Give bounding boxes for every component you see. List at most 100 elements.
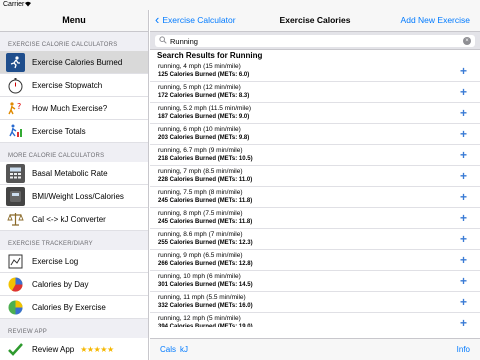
pie-chart-icon	[6, 298, 25, 317]
section-header: REVIEW APP	[8, 329, 48, 335]
add-icon[interactable]: +	[460, 128, 467, 140]
calories-burned: 245 Calories Burned (METs: 11.8)	[158, 198, 253, 204]
section-header: EXERCISE CALORIE CALCULATORS	[8, 42, 118, 48]
scale-icon	[6, 186, 25, 206]
exercise-name: running, 12 mph (5 min/mile)	[158, 315, 241, 322]
list-item[interactable]: running, 10 mph (6 min/mile) 301 Calories…	[150, 271, 480, 292]
calories-burned: 125 Calories Burned (METs: 6.0)	[158, 72, 250, 78]
menu-item-label: Cal <-> kJ Converter	[32, 214, 106, 224]
bottom-toolbar: Cals kJ Info	[150, 338, 480, 360]
list-item[interactable]: running, 12 mph (5 min/mile) 394 Calories…	[150, 313, 480, 327]
log-book-icon	[6, 252, 25, 271]
add-icon[interactable]: +	[460, 254, 467, 266]
exercise-name: running, 11 mph (5.5 min/mile)	[158, 294, 246, 301]
search-bar: ×	[150, 32, 480, 50]
clear-search-icon[interactable]: ×	[463, 37, 471, 45]
exercise-name: running, 7 mph (8.5 min/mile)	[158, 168, 243, 175]
exercise-name: running, 5.2 mph (11.5 min/mile)	[158, 105, 252, 112]
add-icon[interactable]: +	[460, 107, 467, 119]
add-icon[interactable]: +	[460, 149, 467, 161]
calories-burned: 228 Calories Burned (METs: 11.0)	[158, 177, 253, 183]
add-icon[interactable]: +	[460, 65, 467, 77]
add-icon[interactable]: +	[460, 317, 467, 327]
sidebar: Menu EXERCISE CALORIE CALCULATORS Exerci…	[0, 10, 149, 360]
stopwatch-icon	[6, 76, 25, 95]
calories-burned: 218 Calories Burned (METs: 10.5)	[158, 156, 253, 162]
calories-burned: 332 Calories Burned (METs: 16.0)	[158, 303, 253, 309]
add-new-exercise-button[interactable]: Add New Exercise	[401, 10, 470, 30]
add-icon[interactable]: +	[460, 86, 467, 98]
exercise-name: running, 4 mph (15 min/mile)	[158, 63, 241, 70]
calories-burned: 187 Calories Burned (METs: 9.0)	[158, 114, 250, 120]
menu-item-label: Calories By Exercise	[32, 302, 106, 312]
search-icon	[159, 36, 167, 46]
list-item[interactable]: running, 11 mph (5.5 min/mile) 332 Calori…	[150, 292, 480, 313]
menu-item-basal-metabolic-rate[interactable]: Basal Metabolic Rate	[0, 162, 148, 185]
running-icon	[6, 52, 25, 72]
list-item[interactable]: running, 9 mph (6.5 min/mile) 266 Calorie…	[150, 250, 480, 271]
list-item[interactable]: running, 5.2 mph (11.5 min/mile) 187 Calo…	[150, 103, 480, 124]
list-item[interactable]: running, 8 mph (7.5 min/mile) 245 Calorie…	[150, 208, 480, 229]
menu-item-label: Review App	[32, 344, 75, 354]
add-icon[interactable]: +	[460, 296, 467, 308]
exercise-name: running, 10 mph (6 min/mile)	[158, 273, 241, 280]
calories-burned: 172 Calories Burned (METs: 8.3)	[158, 93, 250, 99]
cals-button[interactable]: Cals	[160, 339, 176, 360]
main-navbar: Exercise Calories ‹ Exercise Calculator …	[150, 10, 480, 32]
add-icon[interactable]: +	[460, 233, 467, 245]
pie-chart-icon	[6, 275, 25, 294]
kj-button[interactable]: kJ	[180, 339, 188, 360]
calories-burned: 394 Calories Burned (METs: 19.0)	[158, 324, 253, 327]
exercise-name: running, 8 mph (7.5 min/mile)	[158, 210, 243, 217]
sidebar-title: Menu	[62, 15, 86, 25]
menu-item-label: Exercise Log	[32, 256, 79, 266]
calories-burned: 266 Calories Burned (METs: 12.8)	[158, 261, 253, 267]
info-button[interactable]: Info	[457, 339, 470, 360]
exercise-name: running, 9 mph (6.5 min/mile)	[158, 252, 243, 259]
calories-burned: 203 Calories Burned (METs: 9.8)	[158, 135, 250, 141]
menu-item-label: Basal Metabolic Rate	[32, 168, 108, 178]
menu-item-exercise-calories-burned[interactable]: Exercise Calories Burned	[0, 51, 148, 74]
menu-item-cal-kj-converter[interactable]: Cal <-> kJ Converter	[0, 208, 148, 231]
list-item[interactable]: running, 5 mph (12 min/mile) 172 Calories…	[150, 82, 480, 103]
calculator-icon	[6, 163, 25, 183]
list-item[interactable]: running, 8.6 mph (7 min/mile) 255 Calorie…	[150, 229, 480, 250]
menu-item-calories-by-day[interactable]: Calories by Day	[0, 273, 148, 296]
list-item[interactable]: running, 7 mph (8.5 min/mile) 228 Calorie…	[150, 166, 480, 187]
menu-item-label: BMI/Weight Loss/Calories	[32, 191, 124, 201]
list-item[interactable]: running, 6 mph (10 min/mile) 203 Calories…	[150, 124, 480, 145]
menu-item-exercise-log[interactable]: Exercise Log	[0, 250, 148, 273]
menu-item-exercise-totals[interactable]: Exercise Totals	[0, 120, 148, 143]
menu-item-label: Exercise Stopwatch	[32, 80, 103, 90]
rating-stars: ★★★★★	[80, 344, 114, 354]
main-pane: Exercise Calories ‹ Exercise Calculator …	[150, 10, 480, 360]
search-input[interactable]	[170, 35, 463, 47]
list-item[interactable]: running, 6.7 mph (9 min/mile) 218 Calorie…	[150, 145, 480, 166]
list-item[interactable]: running, 4 mph (15 min/mile) 125 Calories…	[150, 61, 480, 82]
calories-burned: 255 Calories Burned (METs: 12.3)	[158, 240, 253, 246]
menu-item-exercise-stopwatch[interactable]: Exercise Stopwatch	[0, 74, 148, 97]
add-icon[interactable]: +	[460, 170, 467, 182]
menu-item-bmi-weight-loss-calories[interactable]: BMI/Weight Loss/Calories	[0, 185, 148, 208]
svg-text:?: ?	[17, 102, 21, 111]
back-button[interactable]: ‹ Exercise Calculator	[155, 10, 236, 30]
menu-item-label: Exercise Calories Burned	[32, 57, 123, 67]
list-item[interactable]: running, 7.5 mph (8 min/mile) 245 Calorie…	[150, 187, 480, 208]
results-list: running, 4 mph (15 min/mile) 125 Calories…	[150, 61, 480, 327]
menu-item-review-app[interactable]: Review App ★★★★★	[0, 338, 148, 360]
back-button-label: Exercise Calculator	[162, 15, 236, 25]
add-icon[interactable]: +	[460, 191, 467, 203]
carrier-label: Carrier	[3, 1, 25, 8]
section-header: MORE CALORIE CALCULATORS	[8, 153, 105, 159]
chevron-left-icon: ‹	[155, 12, 160, 27]
balance-icon	[6, 210, 25, 229]
add-icon[interactable]: +	[460, 275, 467, 287]
exercise-name: running, 6.7 mph (9 min/mile)	[158, 147, 243, 154]
menu-item-calories-by-exercise[interactable]: Calories By Exercise	[0, 296, 148, 319]
add-icon[interactable]: +	[460, 212, 467, 224]
check-icon	[6, 340, 25, 359]
menu-item-label: Exercise Totals	[32, 126, 86, 136]
menu-item-label: Calories by Day	[32, 279, 89, 289]
calories-burned: 245 Calories Burned (METs: 11.8)	[158, 219, 253, 225]
menu-item-how-much-exercise[interactable]: ? How Much Exercise?	[0, 97, 148, 120]
